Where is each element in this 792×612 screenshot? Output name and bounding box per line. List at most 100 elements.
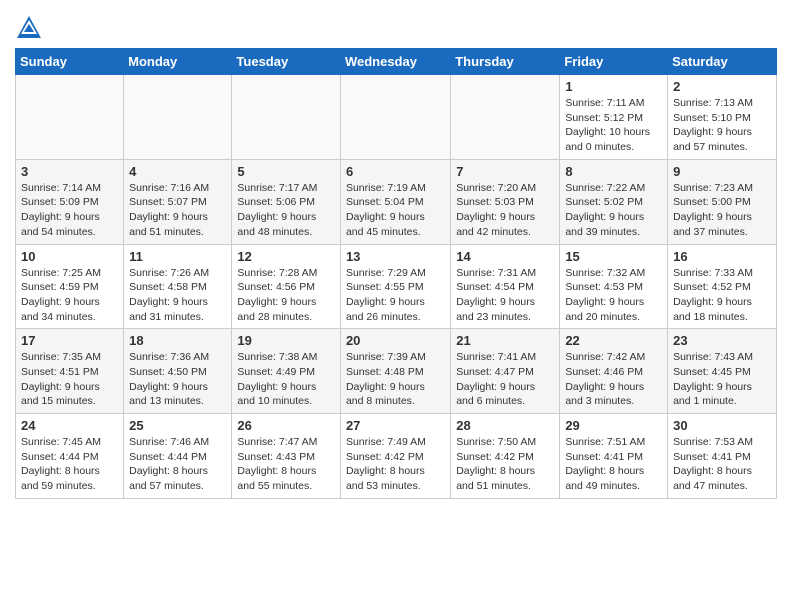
day-info: Sunrise: 7:35 AM Sunset: 4:51 PM Dayligh… xyxy=(21,350,118,409)
day-info: Sunrise: 7:11 AM Sunset: 5:12 PM Dayligh… xyxy=(565,96,662,155)
calendar-cell: 20 Sunrise: 7:39 AM Sunset: 4:48 PM Dayli… xyxy=(340,329,450,414)
day-info: Sunrise: 7:16 AM Sunset: 5:07 PM Dayligh… xyxy=(129,181,226,240)
calendar-day-header: Saturday xyxy=(668,49,777,75)
day-number: 7 xyxy=(456,164,554,179)
day-info: Sunrise: 7:38 AM Sunset: 4:49 PM Dayligh… xyxy=(237,350,335,409)
day-number: 20 xyxy=(346,333,445,348)
day-info: Sunrise: 7:22 AM Sunset: 5:02 PM Dayligh… xyxy=(565,181,662,240)
calendar-cell xyxy=(124,75,232,160)
day-info: Sunrise: 7:32 AM Sunset: 4:53 PM Dayligh… xyxy=(565,266,662,325)
day-info: Sunrise: 7:36 AM Sunset: 4:50 PM Dayligh… xyxy=(129,350,226,409)
calendar-cell: 15 Sunrise: 7:32 AM Sunset: 4:53 PM Dayli… xyxy=(560,244,668,329)
day-number: 15 xyxy=(565,249,662,264)
day-info: Sunrise: 7:43 AM Sunset: 4:45 PM Dayligh… xyxy=(673,350,771,409)
day-number: 22 xyxy=(565,333,662,348)
day-info: Sunrise: 7:45 AM Sunset: 4:44 PM Dayligh… xyxy=(21,435,118,494)
logo xyxy=(15,14,45,42)
day-info: Sunrise: 7:33 AM Sunset: 4:52 PM Dayligh… xyxy=(673,266,771,325)
calendar-cell: 28 Sunrise: 7:50 AM Sunset: 4:42 PM Dayli… xyxy=(451,414,560,499)
day-info: Sunrise: 7:51 AM Sunset: 4:41 PM Dayligh… xyxy=(565,435,662,494)
day-number: 6 xyxy=(346,164,445,179)
day-number: 26 xyxy=(237,418,335,433)
day-number: 10 xyxy=(21,249,118,264)
calendar-week-row: 3Sunrise: 7:14 AM Sunset: 5:09 PM Daylig… xyxy=(16,159,777,244)
day-info: Sunrise: 7:49 AM Sunset: 4:42 PM Dayligh… xyxy=(346,435,445,494)
calendar-cell: 17Sunrise: 7:35 AM Sunset: 4:51 PM Dayli… xyxy=(16,329,124,414)
calendar-cell: 24Sunrise: 7:45 AM Sunset: 4:44 PM Dayli… xyxy=(16,414,124,499)
day-info: Sunrise: 7:46 AM Sunset: 4:44 PM Dayligh… xyxy=(129,435,226,494)
calendar-cell: 9 Sunrise: 7:23 AM Sunset: 5:00 PM Daylig… xyxy=(668,159,777,244)
day-info: Sunrise: 7:14 AM Sunset: 5:09 PM Dayligh… xyxy=(21,181,118,240)
day-info: Sunrise: 7:42 AM Sunset: 4:46 PM Dayligh… xyxy=(565,350,662,409)
day-info: Sunrise: 7:47 AM Sunset: 4:43 PM Dayligh… xyxy=(237,435,335,494)
calendar-cell xyxy=(232,75,341,160)
day-number: 21 xyxy=(456,333,554,348)
day-info: Sunrise: 7:26 AM Sunset: 4:58 PM Dayligh… xyxy=(129,266,226,325)
calendar-cell: 1 Sunrise: 7:11 AM Sunset: 5:12 PM Daylig… xyxy=(560,75,668,160)
calendar-cell: 2 Sunrise: 7:13 AM Sunset: 5:10 PM Daylig… xyxy=(668,75,777,160)
day-info: Sunrise: 7:17 AM Sunset: 5:06 PM Dayligh… xyxy=(237,181,335,240)
header xyxy=(15,10,777,42)
day-number: 18 xyxy=(129,333,226,348)
calendar-cell xyxy=(340,75,450,160)
day-number: 25 xyxy=(129,418,226,433)
calendar-day-header: Wednesday xyxy=(340,49,450,75)
calendar-cell: 21Sunrise: 7:41 AM Sunset: 4:47 PM Dayli… xyxy=(451,329,560,414)
calendar-cell: 11 Sunrise: 7:26 AM Sunset: 4:58 PM Dayli… xyxy=(124,244,232,329)
day-info: Sunrise: 7:19 AM Sunset: 5:04 PM Dayligh… xyxy=(346,181,445,240)
day-number: 23 xyxy=(673,333,771,348)
calendar-cell: 26 Sunrise: 7:47 AM Sunset: 4:43 PM Dayli… xyxy=(232,414,341,499)
calendar-cell: 27 Sunrise: 7:49 AM Sunset: 4:42 PM Dayli… xyxy=(340,414,450,499)
calendar-cell: 8 Sunrise: 7:22 AM Sunset: 5:02 PM Daylig… xyxy=(560,159,668,244)
calendar-cell: 12Sunrise: 7:28 AM Sunset: 4:56 PM Dayli… xyxy=(232,244,341,329)
day-info: Sunrise: 7:28 AM Sunset: 4:56 PM Dayligh… xyxy=(237,266,335,325)
day-info: Sunrise: 7:13 AM Sunset: 5:10 PM Dayligh… xyxy=(673,96,771,155)
day-info: Sunrise: 7:23 AM Sunset: 5:00 PM Dayligh… xyxy=(673,181,771,240)
calendar-table: SundayMondayTuesdayWednesdayThursdayFrid… xyxy=(15,48,777,499)
day-info: Sunrise: 7:29 AM Sunset: 4:55 PM Dayligh… xyxy=(346,266,445,325)
calendar-cell: 10 Sunrise: 7:25 AM Sunset: 4:59 PM Dayli… xyxy=(16,244,124,329)
calendar-cell: 7Sunrise: 7:20 AM Sunset: 5:03 PM Daylig… xyxy=(451,159,560,244)
main-container: SundayMondayTuesdayWednesdayThursdayFrid… xyxy=(0,0,792,509)
day-number: 27 xyxy=(346,418,445,433)
calendar-cell: 3Sunrise: 7:14 AM Sunset: 5:09 PM Daylig… xyxy=(16,159,124,244)
day-number: 16 xyxy=(673,249,771,264)
calendar-cell: 14 Sunrise: 7:31 AM Sunset: 4:54 PM Dayli… xyxy=(451,244,560,329)
calendar-week-row: 24Sunrise: 7:45 AM Sunset: 4:44 PM Dayli… xyxy=(16,414,777,499)
calendar-cell: 13 Sunrise: 7:29 AM Sunset: 4:55 PM Dayli… xyxy=(340,244,450,329)
day-number: 2 xyxy=(673,79,771,94)
calendar-week-row: 1 Sunrise: 7:11 AM Sunset: 5:12 PM Daylig… xyxy=(16,75,777,160)
day-number: 14 xyxy=(456,249,554,264)
day-number: 19 xyxy=(237,333,335,348)
calendar-day-header: Thursday xyxy=(451,49,560,75)
calendar-week-row: 10 Sunrise: 7:25 AM Sunset: 4:59 PM Dayli… xyxy=(16,244,777,329)
calendar-cell: 23 Sunrise: 7:43 AM Sunset: 4:45 PM Dayli… xyxy=(668,329,777,414)
day-info: Sunrise: 7:50 AM Sunset: 4:42 PM Dayligh… xyxy=(456,435,554,494)
calendar-cell: 18 Sunrise: 7:36 AM Sunset: 4:50 PM Dayli… xyxy=(124,329,232,414)
calendar-cell: 5 Sunrise: 7:17 AM Sunset: 5:06 PM Daylig… xyxy=(232,159,341,244)
calendar-cell xyxy=(451,75,560,160)
day-number: 4 xyxy=(129,164,226,179)
day-info: Sunrise: 7:25 AM Sunset: 4:59 PM Dayligh… xyxy=(21,266,118,325)
calendar-cell: 22 Sunrise: 7:42 AM Sunset: 4:46 PM Dayli… xyxy=(560,329,668,414)
day-info: Sunrise: 7:39 AM Sunset: 4:48 PM Dayligh… xyxy=(346,350,445,409)
calendar-cell: 4 Sunrise: 7:16 AM Sunset: 5:07 PM Daylig… xyxy=(124,159,232,244)
day-number: 11 xyxy=(129,249,226,264)
day-info: Sunrise: 7:31 AM Sunset: 4:54 PM Dayligh… xyxy=(456,266,554,325)
day-info: Sunrise: 7:53 AM Sunset: 4:41 PM Dayligh… xyxy=(673,435,771,494)
day-number: 13 xyxy=(346,249,445,264)
day-number: 9 xyxy=(673,164,771,179)
day-number: 5 xyxy=(237,164,335,179)
day-number: 8 xyxy=(565,164,662,179)
calendar-cell: 25 Sunrise: 7:46 AM Sunset: 4:44 PM Dayli… xyxy=(124,414,232,499)
day-number: 1 xyxy=(565,79,662,94)
calendar-header-row: SundayMondayTuesdayWednesdayThursdayFrid… xyxy=(16,49,777,75)
logo-icon xyxy=(15,14,43,42)
calendar-day-header: Sunday xyxy=(16,49,124,75)
calendar-day-header: Monday xyxy=(124,49,232,75)
calendar-cell xyxy=(16,75,124,160)
day-number: 30 xyxy=(673,418,771,433)
day-number: 28 xyxy=(456,418,554,433)
calendar-cell: 6 Sunrise: 7:19 AM Sunset: 5:04 PM Daylig… xyxy=(340,159,450,244)
calendar-day-header: Friday xyxy=(560,49,668,75)
